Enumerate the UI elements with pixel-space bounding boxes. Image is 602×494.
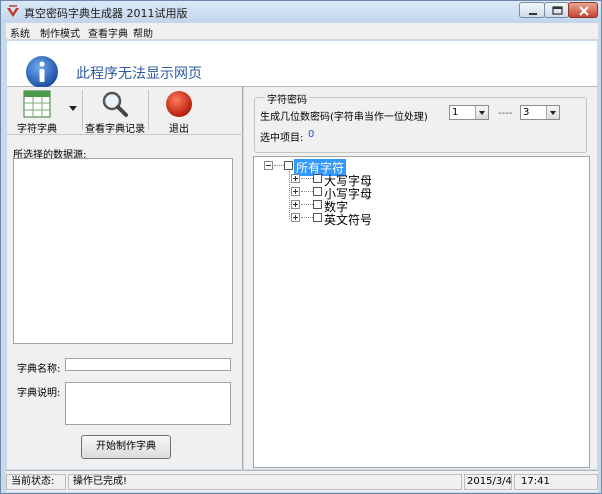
length-label: 生成几位数密码(字符串当作一位处理) <box>260 112 428 123</box>
window-title: 真空密码字典生成器 2011试用版 <box>24 7 188 20</box>
charset-group-title: 字符密码 <box>265 91 309 106</box>
dict-name-input[interactable] <box>65 358 231 371</box>
exit-button[interactable]: 退出 <box>151 87 207 135</box>
status-message: 操作已完成! <box>68 474 462 490</box>
view-history-button[interactable]: 查看字典记录 <box>84 87 146 135</box>
info-icon <box>26 56 58 88</box>
checkbox-root[interactable] <box>284 161 293 170</box>
maximize-icon <box>552 6 563 15</box>
banner-message: 此程序无法显示网页 <box>76 66 202 82</box>
dropdown-arrow-icon[interactable] <box>69 106 77 112</box>
magnifier-icon <box>102 91 128 117</box>
minimize-icon <box>529 13 537 15</box>
exit-icon <box>166 91 192 117</box>
toolbar-separator <box>148 90 149 130</box>
collapse-icon[interactable] <box>264 161 273 170</box>
chevron-down-icon[interactable] <box>475 106 488 119</box>
length-from-value: 1 <box>452 107 459 118</box>
menu-bar: 系统 制作模式 查看字典 帮助 <box>6 23 598 40</box>
chevron-down-icon[interactable] <box>546 106 559 119</box>
start-make-dict-button[interactable]: 开始制作字典 <box>81 435 171 459</box>
expand-icon[interactable] <box>291 174 300 183</box>
app-logo-icon <box>7 5 19 17</box>
toolbar-separator <box>82 90 83 130</box>
range-dash: ---- <box>498 108 513 119</box>
menu-system[interactable]: 系统 <box>10 25 30 40</box>
length-to-value: 3 <box>523 107 530 118</box>
data-source-list[interactable] <box>13 158 233 344</box>
tree-item[interactable]: 大写字母 <box>254 172 584 188</box>
maximize-button[interactable] <box>544 2 569 18</box>
status-bar: 当前状态: 操作已完成! 2015/3/4 17:41 <box>6 470 598 492</box>
status-time: 17:41 <box>514 474 598 490</box>
checkbox-lowercase[interactable] <box>313 187 322 196</box>
menu-view-dict[interactable]: 查看字典 <box>88 25 128 40</box>
status-date: 2015/3/4 <box>464 474 512 490</box>
view-history-label: 查看字典记录 <box>85 124 145 135</box>
minimize-button[interactable] <box>519 2 545 18</box>
status-label: 当前状态: <box>6 474 66 490</box>
tree-connector <box>301 204 313 205</box>
menu-help[interactable]: 帮助 <box>133 25 153 40</box>
tree-root[interactable]: 所有字符 <box>254 157 584 176</box>
spreadsheet-icon <box>23 90 51 118</box>
right-panel: 字符密码 生成几位数密码(字符串当作一位处理) 1 ---- 3 选中项目: 0… <box>244 87 597 469</box>
tree-item[interactable]: 数字 <box>254 198 584 214</box>
charset-tree[interactable]: 所有字符 大写字母 小写字母 数字 英文符号 <box>253 156 590 468</box>
checkbox-digits[interactable] <box>313 200 322 209</box>
selected-items-label: 选中项目: <box>260 133 304 144</box>
tree-connector <box>301 217 313 218</box>
tree-item[interactable]: 英文符号 <box>254 211 584 227</box>
exit-label: 退出 <box>169 124 189 135</box>
title-bar[interactable]: 真空密码字典生成器 2011试用版 <box>1 1 601 23</box>
dict-name-label: 字典名称: <box>17 364 61 375</box>
checkbox-symbols[interactable] <box>313 213 322 222</box>
left-panel: 字符字典 查看字典记录 退出 所选择的数据源: 字典名称: 字典说明: 开始制作… <box>7 87 243 469</box>
app-window: 真空密码字典生成器 2011试用版 系统 制作模式 查看字典 帮助 此程序无法显… <box>0 0 602 494</box>
char-dict-label: 字符字典 <box>17 124 57 135</box>
tree-connector <box>274 165 284 166</box>
selected-items-count: 0 <box>308 129 315 140</box>
tree-item-label: 英文符号 <box>324 213 373 227</box>
tree-connector <box>301 178 313 179</box>
close-button[interactable] <box>568 2 598 18</box>
charset-groupbox: 字符密码 生成几位数密码(字符串当作一位处理) 1 ---- 3 选中项目: 0 <box>254 91 587 153</box>
tree-item[interactable]: 小写字母 <box>254 185 584 201</box>
menu-make-mode[interactable]: 制作模式 <box>40 25 80 40</box>
length-from-select[interactable]: 1 <box>449 105 489 120</box>
toolbar: 字符字典 查看字典记录 退出 <box>7 87 243 135</box>
dict-desc-input[interactable] <box>65 382 231 425</box>
expand-icon[interactable] <box>291 200 300 209</box>
close-icon <box>579 6 589 16</box>
length-to-select[interactable]: 3 <box>520 105 560 120</box>
tree-connector <box>301 191 313 192</box>
dict-desc-label: 字典说明: <box>17 388 61 399</box>
char-dict-button[interactable]: 字符字典 <box>7 87 67 135</box>
web-banner: 此程序无法显示网页 <box>7 41 597 88</box>
expand-icon[interactable] <box>291 213 300 222</box>
checkbox-uppercase[interactable] <box>313 174 322 183</box>
expand-icon[interactable] <box>291 187 300 196</box>
